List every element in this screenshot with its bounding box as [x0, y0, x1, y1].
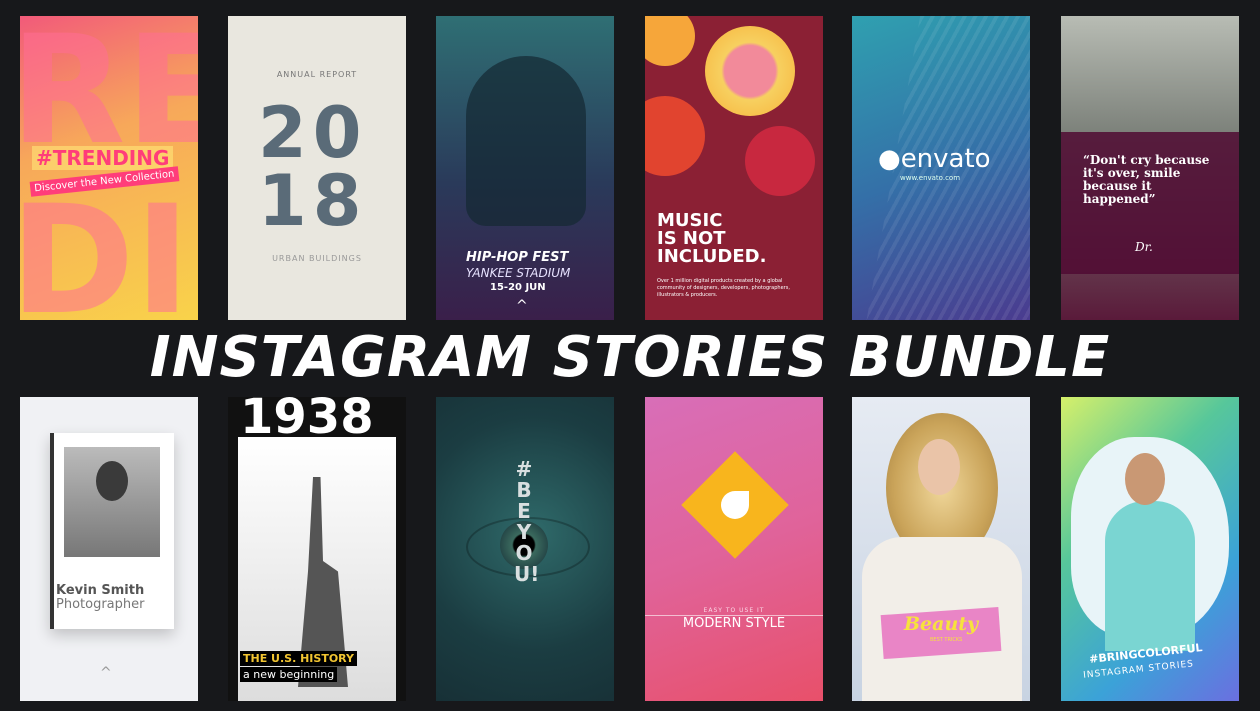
- year-bottom: 18: [258, 160, 368, 242]
- signature: Dr.: [1135, 240, 1153, 254]
- story-card-kevin: Kevin Smith Photographer ^: [20, 397, 198, 701]
- urban-buildings-caption: URBAN BUILDINGS: [272, 254, 362, 263]
- story-card-annual-report: ANNUAL REPORT 20 18 URBAN BUILDINGS: [228, 16, 406, 320]
- story-card-modern: EASY TO USE IT MODERN STYLE: [645, 397, 823, 701]
- story-card-envato: ●envato www.envato.com: [852, 16, 1030, 320]
- story-card-colorful: #BRINGCOLORFUL INSTAGRAM STORIES: [1061, 397, 1239, 701]
- liberty-year: 1938: [240, 397, 374, 445]
- story-card-liberty: 1938 THE U.S. HISTORY a new beginning: [228, 397, 406, 701]
- modern-pre: EASY TO USE IT: [703, 607, 765, 614]
- liberty-heading: THE U.S. HISTORY: [240, 651, 358, 666]
- fruit-image: [745, 126, 815, 196]
- envato-logo: ●envato: [878, 144, 991, 174]
- kevin-role: Photographer: [56, 597, 145, 612]
- hiphop-venue: YANKEE STADIUM: [466, 266, 571, 280]
- pomegranate-image: [645, 96, 705, 176]
- year-top: 20: [258, 92, 368, 174]
- trending-tag: #TRENDING: [32, 146, 174, 170]
- bg-letters-top: RE: [20, 16, 198, 178]
- runner-head: [1125, 453, 1165, 505]
- hiphop-title: HIP-HOP FEST: [466, 250, 569, 265]
- face-image: [918, 439, 960, 495]
- beyou-text: #BEYOU!: [514, 457, 540, 586]
- hiphop-dates: 15-20 JUN: [490, 282, 546, 293]
- runner-body: [1105, 501, 1195, 651]
- grapefruit-image: [705, 26, 795, 116]
- bundle-headline: INSTAGRAM STORIES BUNDLE: [149, 325, 1111, 390]
- chevron-up-icon: ^: [516, 298, 528, 314]
- story-card-beauty: Beauty BEST TRICKS: [852, 397, 1030, 701]
- modern-title: MODERN STYLE: [645, 615, 823, 631]
- annual-report-label: ANNUAL REPORT: [276, 70, 358, 79]
- liberty-subheading: a new beginning: [240, 667, 338, 682]
- story-card-quote: “Don't cry because it's over, smile beca…: [1061, 16, 1239, 320]
- singer-silhouette: [466, 56, 586, 226]
- quote-text: “Don't cry because it's over, smile beca…: [1083, 153, 1210, 206]
- music-body: Over 1 million digital products created …: [657, 278, 790, 298]
- story-card-trending: RE DI #TRENDING Discover the New Collect…: [20, 16, 198, 320]
- chevron-up-icon: ^: [100, 665, 112, 681]
- envato-leaf-icon: [721, 491, 749, 519]
- story-card-music: MUSIC IS NOT INCLUDED. Over 1 million di…: [645, 16, 823, 320]
- bg-letters-bottom: DI: [20, 174, 191, 320]
- story-card-beyou: #BEYOU!: [436, 397, 614, 701]
- music-title: MUSIC IS NOT INCLUDED.: [657, 210, 767, 267]
- leaf-icon: ●: [878, 144, 901, 174]
- story-card-hiphop: HIP-HOP FEST YANKEE STADIUM 15-20 JUN ^: [436, 16, 614, 320]
- portrait-photo: [64, 447, 160, 557]
- kevin-name: Kevin Smith: [56, 583, 145, 598]
- beauty-title: Beauty: [904, 613, 979, 635]
- orange-image: [645, 16, 695, 66]
- beauty-subtitle: BEST TRICKS: [930, 637, 963, 643]
- envato-url: www.envato.com: [900, 174, 961, 182]
